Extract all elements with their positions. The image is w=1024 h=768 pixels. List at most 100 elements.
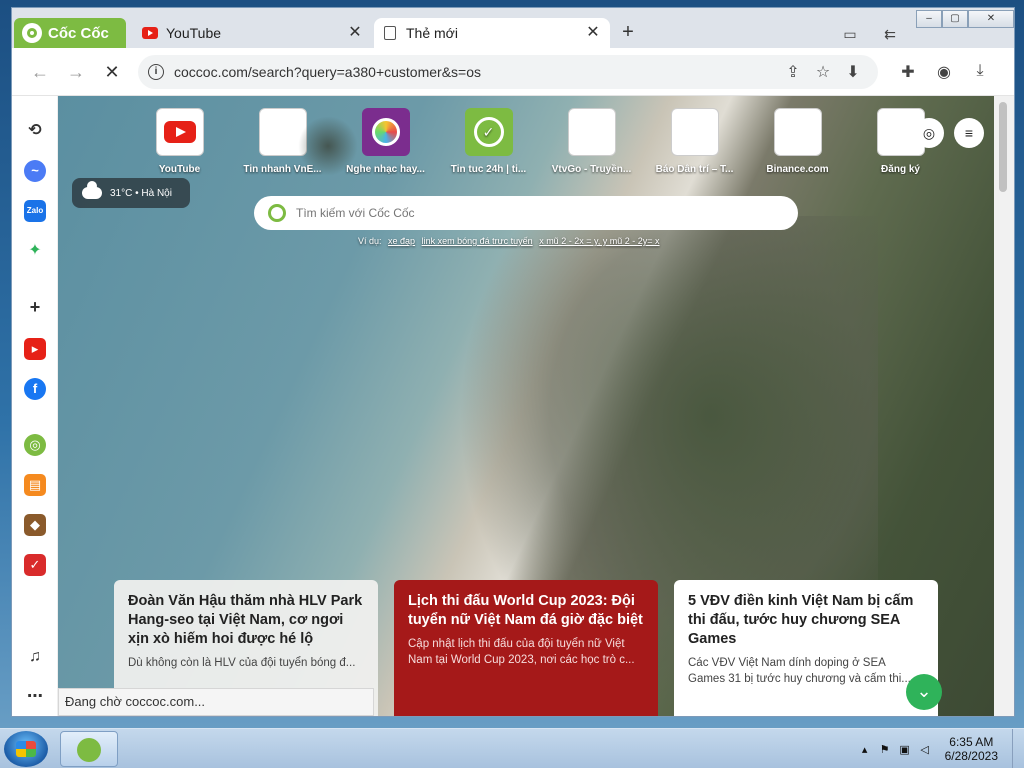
shortcut-tile[interactable]: Báo Dân trí – T...: [643, 108, 746, 175]
minimize-icon[interactable]: –: [916, 10, 942, 28]
coccoc-search-icon: [268, 204, 286, 222]
new-tab-button[interactable]: +: [618, 22, 638, 42]
weather-widget[interactable]: 31°C • Hà Nội: [72, 178, 190, 208]
close-tab-icon[interactable]: ✕: [346, 24, 364, 42]
suggestion-link[interactable]: xe đạp: [388, 236, 415, 246]
history-icon[interactable]: ⟲: [24, 120, 46, 142]
close-tab-icon[interactable]: ✕: [584, 24, 602, 42]
weather-text: 31°C • Hà Nội: [110, 187, 172, 199]
tab-new-tab[interactable]: Thẻ mới ✕: [374, 18, 610, 48]
sidebar-youtube-icon[interactable]: ▸: [24, 338, 46, 360]
network-icon[interactable]: ▣: [895, 743, 915, 756]
shopping-icon[interactable]: ▤: [24, 474, 46, 496]
youtube-favicon-icon: [142, 27, 158, 39]
placeholder-image-icon: [258, 108, 307, 156]
scrollbar-thumb[interactable]: [999, 102, 1007, 192]
browser-toolbar: ← → ✕ i coccoc.com/search?query=a380+cus…: [12, 48, 1014, 96]
maximize-icon[interactable]: ▢: [942, 10, 968, 28]
placeholder-image-icon: [567, 108, 616, 156]
brand-label: Cốc Cốc: [48, 24, 109, 42]
tray-expand-icon[interactable]: ▴: [855, 743, 875, 756]
suggestion-link[interactable]: link xem bóng đá trực tuyến: [422, 236, 533, 246]
stop-loading-icon[interactable]: ✕: [94, 54, 130, 90]
shortcut-tile[interactable]: Nghe nhạc hay...: [334, 108, 437, 175]
shortcut-label: Đăng ký: [881, 164, 920, 175]
volume-muted-icon[interactable]: ◁: [915, 743, 935, 756]
forward-arrow-icon[interactable]: →: [58, 54, 94, 90]
windows-taskbar: ▴ ⚑ ▣ ◁ 6:35 AM 6/28/2023: [0, 728, 1024, 768]
news-title[interactable]: 5 VĐV điền kinh Việt Nam bị cấm thi đấu,…: [688, 592, 924, 649]
shortcut-label: VtvGo - Truyền...: [551, 164, 632, 175]
tab-list-icon[interactable]: ⇇: [878, 22, 902, 46]
extensions-puzzle-icon[interactable]: ✚: [890, 62, 926, 82]
news-desc: Dù không còn là HLV của đội tuyển bóng đ…: [128, 657, 356, 669]
sidebar: ⟲ ~ Zalo ✦ + ▸ f ◎ ▤ ◆ ✓ ♫ ⋯: [12, 96, 58, 716]
search-box[interactable]: [254, 196, 798, 230]
tab-search-icon[interactable]: ▭: [838, 22, 862, 46]
cloud-icon: [82, 181, 102, 199]
news-title[interactable]: Lịch thi đấu World Cup 2023: Đội tuyển n…: [408, 592, 644, 630]
tray-flag-icon[interactable]: ⚑: [875, 743, 895, 756]
page-scrollbar[interactable]: [994, 96, 1014, 716]
account-icon[interactable]: ◎: [914, 118, 944, 148]
checklist-icon[interactable]: ✓: [24, 554, 46, 576]
shortcut-label: Tin nhanh VnE...: [243, 164, 322, 175]
site-info-icon[interactable]: i: [148, 63, 164, 80]
omnibox-actions: ⇪ ☆ ⬇: [778, 62, 868, 82]
settings-sliders-icon[interactable]: ≡: [954, 118, 984, 148]
youtube-logo-icon: [155, 108, 204, 156]
news-desc: Cập nhật lịch thi đấu của đội tuyển nữ V…: [408, 638, 635, 666]
taskbar-clock[interactable]: 6:35 AM 6/28/2023: [945, 735, 998, 763]
system-tray: ▴ ⚑ ▣ ◁ 6:35 AM 6/28/2023: [855, 729, 1024, 768]
tab-strip: Cốc Cốc YouTube ✕ Thẻ mới ✕ + ▭ ⇇ – ▢ ✕: [12, 8, 1014, 48]
shortcut-tile[interactable]: Binance.com: [746, 108, 849, 175]
share-icon[interactable]: ⇪: [778, 62, 808, 82]
placeholder-image-icon: [773, 108, 822, 156]
show-desktop-button[interactable]: [1012, 729, 1024, 768]
coccoc-chat-icon[interactable]: ◎: [24, 434, 46, 456]
shortcut-tile[interactable]: ✓ Tin tuc 24h | ti...: [437, 108, 540, 175]
shortcut-tile[interactable]: VtvGo - Truyền...: [540, 108, 643, 175]
coccoc-brand-button[interactable]: Cốc Cốc: [14, 18, 126, 48]
window-close-icon[interactable]: ✕: [968, 10, 1014, 28]
news-card[interactable]: Lịch thi đấu World Cup 2023: Đội tuyển n…: [394, 580, 658, 716]
game-controller-icon[interactable]: ✦: [24, 240, 46, 262]
shortcut-label: YouTube: [158, 164, 201, 175]
news-desc: Các VĐV Việt Nam dính doping ở SEA Games…: [688, 657, 911, 685]
address-bar[interactable]: i coccoc.com/search?query=a380+customer&…: [138, 54, 878, 89]
tab-youtube[interactable]: YouTube ✕: [132, 18, 372, 48]
add-sidebar-icon[interactable]: +: [24, 296, 46, 318]
suggestion-link[interactable]: x mũ 2 - 2x = y, y mũ 2 - 2y= x: [539, 236, 659, 246]
url-text[interactable]: coccoc.com/search?query=a380+customer&s=…: [174, 64, 481, 80]
notifications-bell-icon[interactable]: ♫: [24, 646, 46, 668]
placeholder-image-icon: [670, 108, 719, 156]
suggest-label: Ví dụ:: [358, 236, 382, 246]
zalo-icon[interactable]: Zalo: [24, 200, 46, 222]
back-arrow-icon[interactable]: ←: [22, 54, 58, 90]
clock-date: 6/28/2023: [944, 749, 998, 763]
shortcut-tile[interactable]: YouTube: [128, 108, 231, 175]
taskbar-coccoc-app[interactable]: [60, 731, 118, 767]
profile-icon[interactable]: ◉: [926, 62, 962, 82]
save-download-icon[interactable]: ⬇: [838, 62, 868, 82]
scroll-down-chevron-icon[interactable]: ⌄: [906, 674, 942, 710]
messenger-icon[interactable]: ~: [24, 160, 46, 182]
more-options-icon[interactable]: ⋯: [24, 686, 46, 708]
search-input[interactable]: [296, 206, 776, 220]
news-24h-icon: ✓: [464, 108, 513, 156]
bookmark-star-icon[interactable]: ☆: [808, 62, 838, 82]
new-tab-page: YouTube Tin nhanh VnE... Nghe nhạc hay..…: [58, 96, 994, 716]
start-button-icon[interactable]: [4, 731, 48, 767]
music-app-icon: [361, 108, 410, 156]
shortcut-label: Báo Dân trí – T...: [655, 164, 734, 175]
coccoc-logo-icon: [22, 23, 42, 43]
page-top-controls: ◎ ≡: [904, 118, 984, 148]
game-app-icon[interactable]: ◆: [24, 514, 46, 536]
shortcut-label: Tin tuc 24h | ti...: [450, 164, 527, 175]
downloads-icon[interactable]: ⤓: [962, 62, 998, 82]
tabbar-controls: ▭ ⇇ – ▢ ✕: [830, 8, 1014, 48]
shortcut-tile[interactable]: Tin nhanh VnE...: [231, 108, 334, 175]
news-title[interactable]: Đoàn Văn Hậu thăm nhà HLV Park Hang-seo …: [128, 592, 364, 649]
news-card[interactable]: 5 VĐV điền kinh Việt Nam bị cấm thi đấu,…: [674, 580, 938, 716]
facebook-icon[interactable]: f: [24, 378, 46, 400]
